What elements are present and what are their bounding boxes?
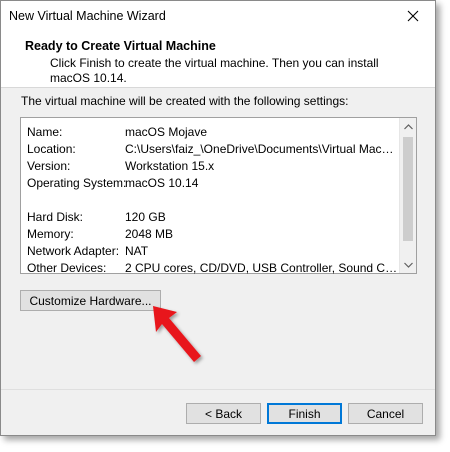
setting-value: 120 GB <box>125 210 166 224</box>
scroll-thumb[interactable] <box>403 137 413 241</box>
setting-label: Hard Disk: <box>27 210 84 224</box>
page-title: Ready to Create Virtual Machine <box>25 39 216 53</box>
header-panel: Ready to Create Virtual Machine Click Fi… <box>1 31 435 88</box>
scroll-down-button[interactable] <box>400 256 416 273</box>
red-arrow-annotation-icon <box>153 306 201 362</box>
footer-divider <box>1 389 435 390</box>
scroll-up-button[interactable] <box>400 118 416 135</box>
setting-value: macOS Mojave <box>125 125 208 139</box>
page-description: Click Finish to create the virtual machi… <box>50 56 379 85</box>
close-button[interactable] <box>391 1 435 31</box>
cancel-button[interactable]: Cancel <box>348 403 423 424</box>
setting-value: 2 CPU cores, CD/DVD, USB Controller, Sou… <box>125 261 399 275</box>
finish-button[interactable]: Finish <box>267 403 342 424</box>
title-bar: New Virtual Machine Wizard <box>1 1 435 31</box>
setting-value: C:\Users\faiz_\OneDrive\Documents\Virtua… <box>125 142 399 156</box>
setting-value: NAT <box>125 244 149 258</box>
settings-intro-text: The virtual machine will be created with… <box>21 94 349 108</box>
setting-label: Name: <box>27 125 63 139</box>
setting-row-name: Name: macOS Mojave <box>27 124 399 141</box>
customize-hardware-button[interactable]: Customize Hardware... <box>20 290 161 311</box>
wizard-window: New Virtual Machine Wizard Ready to Crea… <box>0 0 436 436</box>
setting-label: Network Adapter: <box>27 244 120 258</box>
setting-label: Location: <box>27 142 76 156</box>
settings-summary-box[interactable]: Name: macOS Mojave Location: C:\Users\fa… <box>20 117 417 277</box>
window-title: New Virtual Machine Wizard <box>9 9 166 23</box>
setting-row-hard-disk: Hard Disk: 120 GB <box>27 209 399 226</box>
setting-value: macOS 10.14 <box>125 176 199 190</box>
chevron-up-icon <box>403 123 413 129</box>
setting-row-location: Location: C:\Users\faiz_\OneDrive\Docume… <box>27 141 399 158</box>
setting-row-version: Version: Workstation 15.x <box>27 158 399 175</box>
chevron-down-icon <box>403 262 413 268</box>
vertical-scrollbar[interactable] <box>399 118 416 273</box>
setting-row-memory: Memory: 2048 MB <box>27 226 399 243</box>
setting-label: Version: <box>27 159 71 173</box>
back-button[interactable]: < Back <box>186 403 261 424</box>
settings-spacer <box>27 192 399 209</box>
setting-label: Memory: <box>27 227 74 241</box>
setting-row-other-devices: Other Devices: 2 CPU cores, CD/DVD, USB … <box>27 260 399 277</box>
setting-value: Workstation 15.x <box>125 159 215 173</box>
setting-row-os: Operating System: macOS 10.14 <box>27 175 399 192</box>
setting-row-network: Network Adapter: NAT <box>27 243 399 260</box>
setting-value: 2048 MB <box>125 227 174 241</box>
settings-list: Name: macOS Mojave Location: C:\Users\fa… <box>27 124 399 277</box>
setting-label: Operating System: <box>27 176 127 190</box>
setting-label: Other Devices: <box>27 261 107 275</box>
close-icon <box>407 10 419 22</box>
